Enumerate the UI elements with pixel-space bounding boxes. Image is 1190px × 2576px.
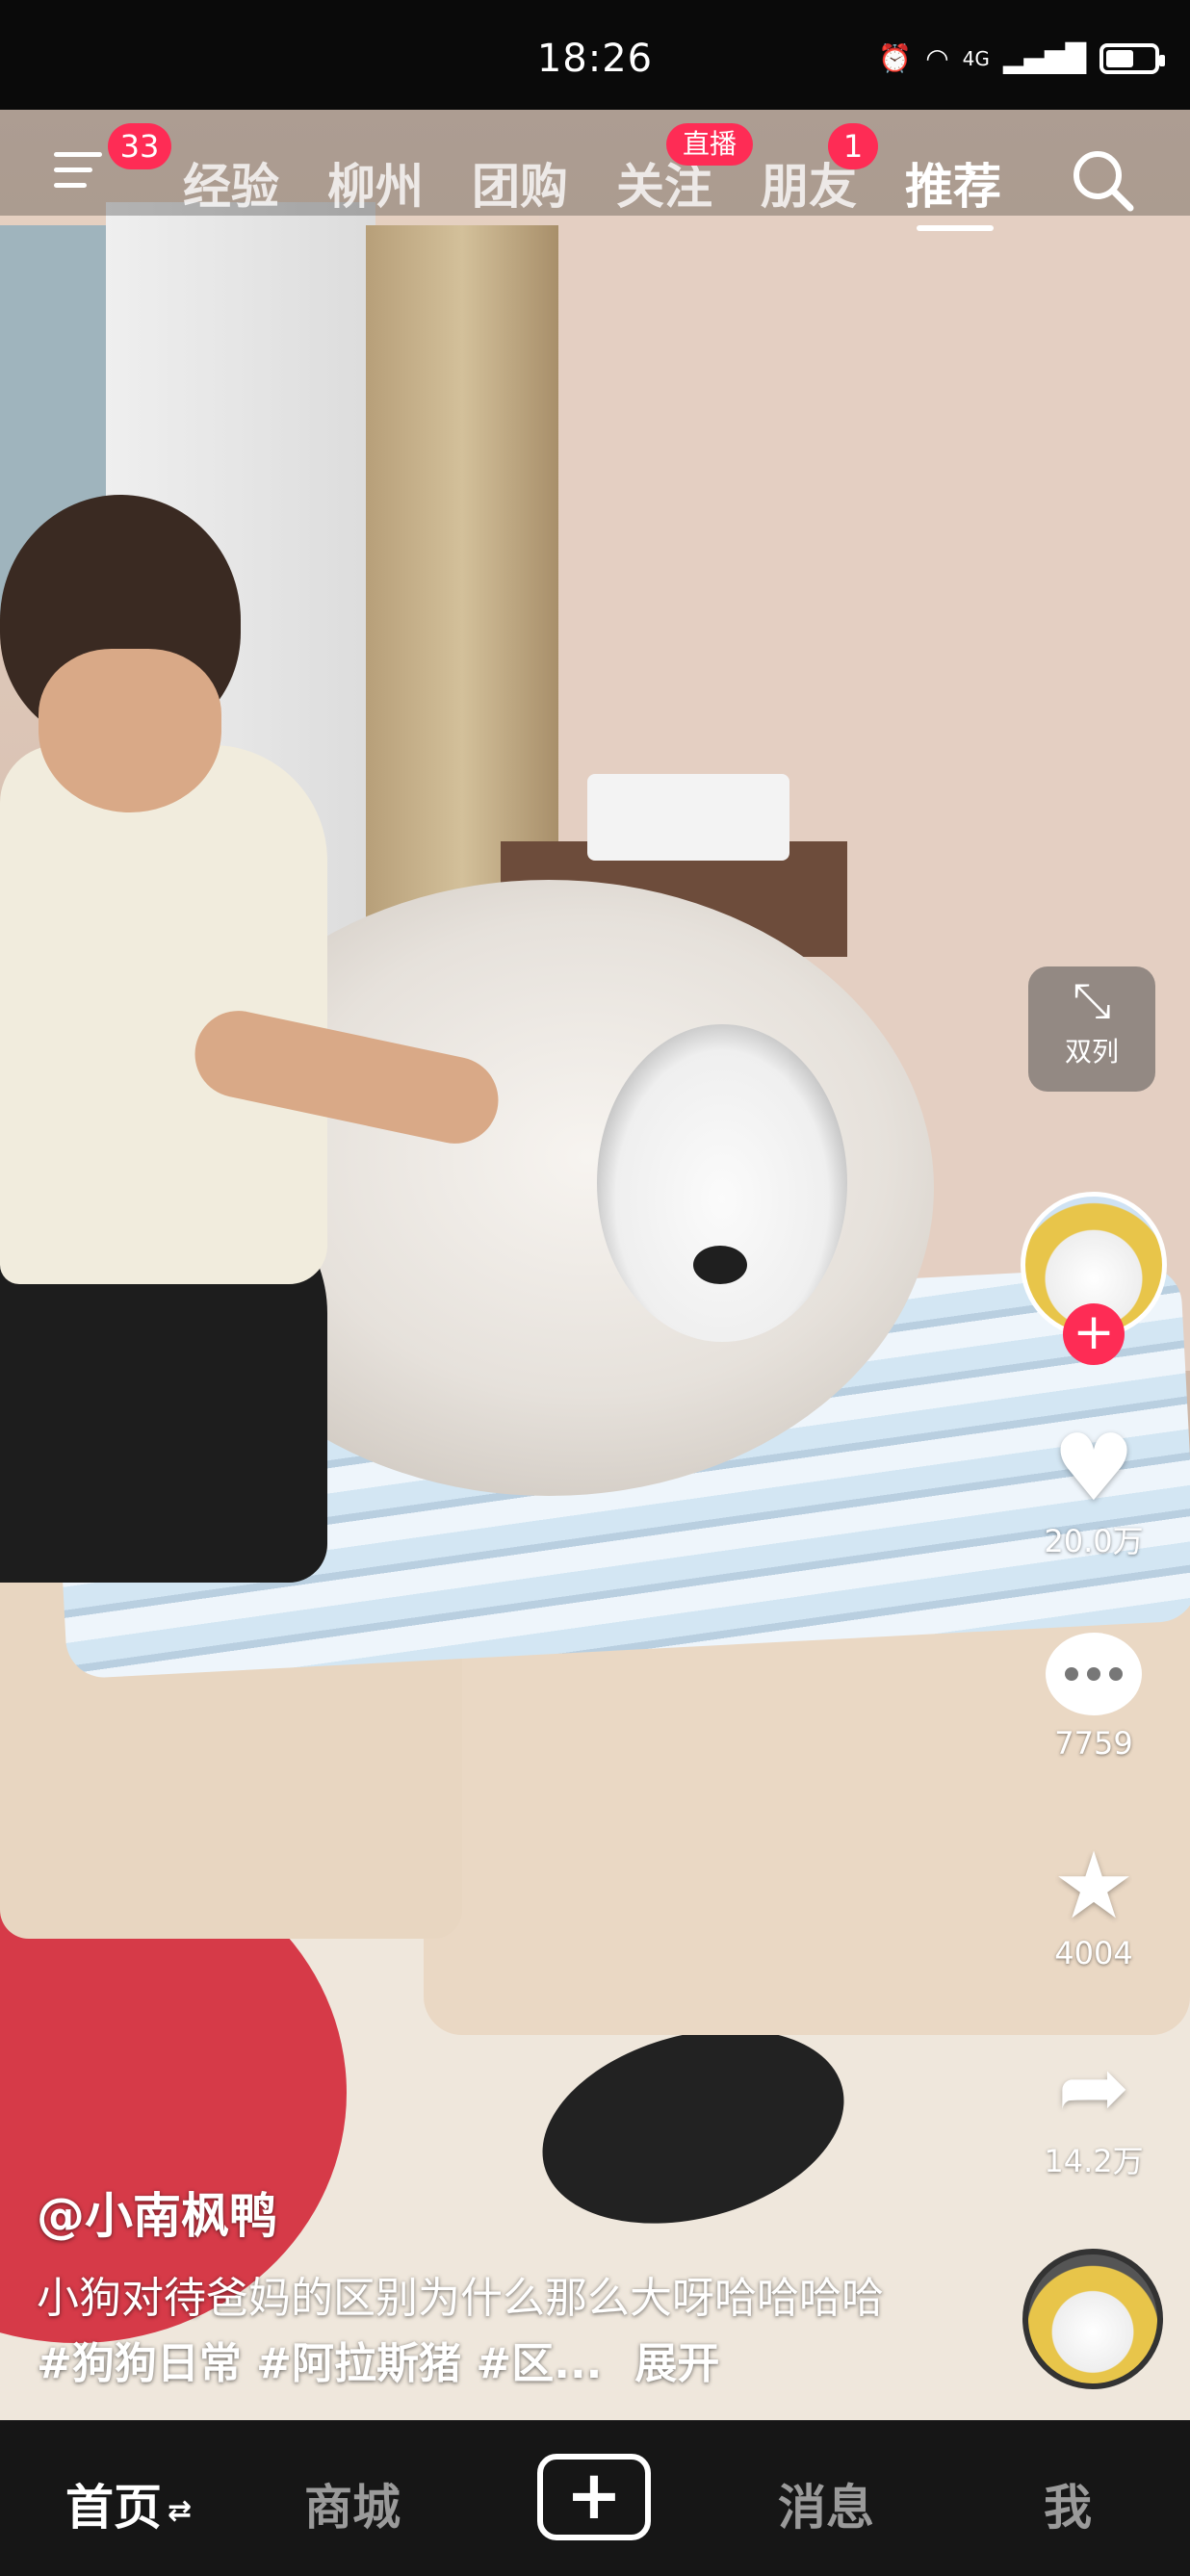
wifi-icon: ◠ [925, 42, 949, 74]
bottom-nav: 首页 ⇄ 商城 + 消息 我 [0, 2420, 1190, 2576]
expand-caption-link[interactable]: 展开 [634, 2339, 719, 2388]
tab-tuangou[interactable]: 团购 [472, 148, 568, 218]
bottom-nav-home[interactable]: 首页 ⇄ [65, 2469, 192, 2538]
comment-icon [1046, 1633, 1142, 1715]
active-tab-indicator [917, 225, 994, 231]
star-icon: ★ [1051, 1832, 1136, 1940]
video-player[interactable] [0, 110, 1190, 2420]
caption-text: 小狗对待爸妈的区别为什么那么大呀哈哈哈哈 [37, 2274, 884, 2323]
home-label: 首页 [65, 2480, 162, 2536]
comment-count: 7759 [1054, 1725, 1133, 1762]
bottom-nav-mall[interactable]: 商城 [304, 2469, 401, 2538]
battery-icon [1099, 42, 1165, 74]
signal-icon: ▂▄▆█ [1002, 42, 1086, 74]
tab-liuzhou[interactable]: 柳州 [327, 148, 424, 218]
tab-tuijian[interactable]: 推荐 [905, 148, 1001, 218]
alarm-icon: ⏰ [878, 42, 913, 74]
status-bar: 18:26 ⏰ ◠ 4G ▂▄▆█ [0, 0, 1190, 110]
scene-dog-face [597, 1024, 847, 1342]
search-icon[interactable] [1069, 146, 1136, 214]
scene-printer [587, 774, 789, 861]
dual-column-button[interactable]: ⤡ 双列 [1028, 966, 1155, 1092]
collapse-icon: ⤡ [1073, 972, 1111, 1028]
comment-button[interactable]: 7759 [1026, 1623, 1161, 1762]
like-button[interactable]: ♥ 20.0万 [1026, 1415, 1161, 1561]
dual-column-label: 双列 [1064, 1036, 1119, 1068]
scene-person [0, 745, 327, 1284]
tab-jingyan[interactable]: 经验 [183, 148, 279, 218]
menu-icon[interactable] [54, 152, 102, 191]
like-count: 20.0万 [1044, 1523, 1144, 1559]
follow-plus-button[interactable]: + [1063, 1303, 1125, 1365]
swap-icon: ⇄ [168, 2494, 193, 2528]
live-badge: 直播 [666, 123, 753, 166]
status-icons: ⏰ ◠ 4G ▂▄▆█ [878, 42, 1165, 74]
scene-person-face [39, 649, 221, 812]
create-button[interactable]: + [537, 2454, 651, 2540]
caption-hashtags[interactable]: #狗狗日常 #阿拉斯猪 #区... [37, 2339, 602, 2388]
network-label: 4G [962, 46, 990, 70]
menu-badge: 33 [108, 123, 171, 169]
heart-icon: ♥ [1051, 1414, 1136, 1522]
bottom-nav-messages[interactable]: 消息 [778, 2469, 874, 2538]
author-name[interactable]: @小南枫鸭 [37, 2177, 277, 2247]
music-disc-avatar[interactable] [1022, 2249, 1163, 2389]
share-button[interactable]: ➦ 14.2万 [1026, 2035, 1161, 2181]
friends-badge: 1 [828, 123, 878, 169]
bottom-nav-me[interactable]: 我 [1044, 2469, 1092, 2538]
scene-dog-nose [693, 1246, 747, 1284]
video-caption[interactable]: 小狗对待爸妈的区别为什么那么大呀哈哈哈哈 #狗狗日常 #阿拉斯猪 #区... 展… [37, 2266, 922, 2397]
top-nav: 33 经验 柳州 团购 关注 直播 朋友 1 推荐 [0, 110, 1190, 231]
share-icon: ➦ [1057, 2037, 1130, 2138]
favorite-button[interactable]: ★ 4004 [1026, 1833, 1161, 1971]
share-count: 14.2万 [1044, 2143, 1144, 2179]
favorite-count: 4004 [1054, 1935, 1133, 1971]
